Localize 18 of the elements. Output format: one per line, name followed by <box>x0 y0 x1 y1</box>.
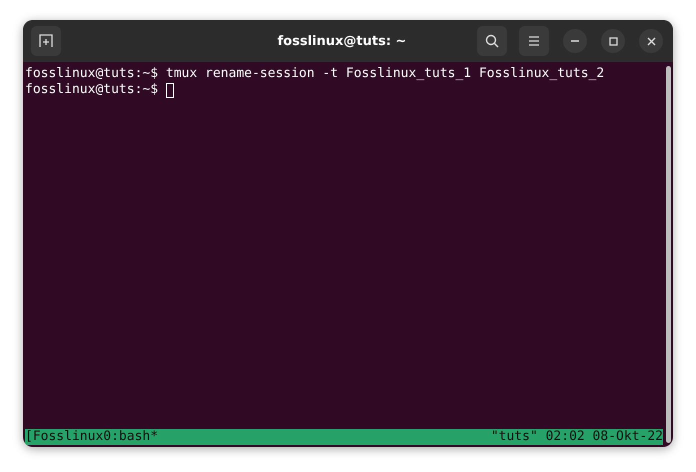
search-button[interactable] <box>477 26 507 56</box>
new-tab-icon <box>39 34 53 48</box>
terminal-line: fosslinux@tuts:~$ <box>25 82 158 98</box>
terminal-line: fosslinux@tuts:~$ tmux rename-session -t Fosslinux_tuts_1 Fosslinux_tuts_2 <box>25 66 604 82</box>
status-right-text: "tuts" 02:02 08-Okt-22 <box>490 429 663 445</box>
minimize-button[interactable] <box>563 29 587 53</box>
new-tab-button[interactable] <box>31 26 61 56</box>
close-icon <box>646 36 656 46</box>
menu-button[interactable] <box>519 26 549 56</box>
search-icon <box>485 34 499 48</box>
maximize-icon <box>608 36 618 46</box>
minimize-icon <box>571 40 579 42</box>
window-title: fosslinux@tuts: ~ <box>276 34 408 48</box>
maximize-button[interactable] <box>601 29 625 53</box>
scrollbar[interactable] <box>666 66 671 443</box>
status-left-text: [Fosslinux0:bash* <box>25 429 158 445</box>
close-button[interactable] <box>639 29 663 53</box>
menu-icon <box>528 36 540 46</box>
